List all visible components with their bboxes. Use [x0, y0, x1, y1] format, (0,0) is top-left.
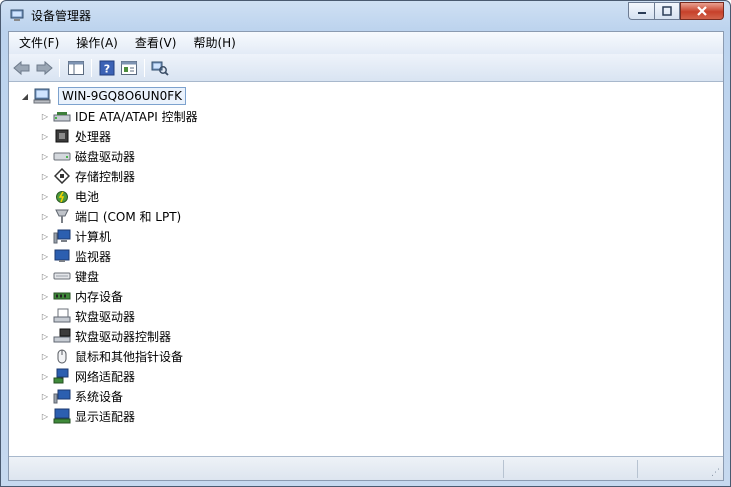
- svg-text:?: ?: [104, 63, 110, 76]
- tree-node-ide-controllers[interactable]: ▷ IDE ATA/ATAPI 控制器: [39, 106, 198, 126]
- tree-node-mice[interactable]: ▷ 鼠标和其他指针设备: [39, 346, 183, 366]
- expand-arrow-icon[interactable]: ▷: [39, 326, 51, 346]
- expand-arrow-icon[interactable]: ▷: [39, 366, 51, 386]
- tree-node-memory-devices[interactable]: ▷ 内存设备: [39, 286, 123, 306]
- computer-icon: [53, 228, 71, 244]
- collapse-arrow-icon[interactable]: ◢: [19, 86, 31, 106]
- tree-node-monitors[interactable]: ▷ 监视器: [39, 246, 111, 266]
- expand-arrow-icon[interactable]: ▷: [39, 186, 51, 206]
- monitor-icon: [53, 248, 71, 264]
- tree-node-processors[interactable]: ▷ 处理器: [39, 126, 111, 146]
- tree-node-computer[interactable]: ▷ 计算机: [39, 226, 111, 246]
- port-icon: [53, 208, 71, 224]
- menu-bar: 文件(F) 操作(A) 查看(V) 帮助(H): [9, 32, 723, 54]
- show-hide-console-tree-icon: [68, 61, 84, 75]
- status-divider: [503, 460, 504, 478]
- tree-node-floppy-controllers[interactable]: ▷ 软盘驱动器控制器: [39, 326, 171, 346]
- tree-node-storage-controllers[interactable]: ▷ 存储控制器: [39, 166, 135, 186]
- expand-arrow-icon[interactable]: ▷: [39, 406, 51, 426]
- window-title: 设备管理器: [31, 9, 92, 23]
- close-button[interactable]: [680, 2, 724, 20]
- back-icon: [13, 60, 30, 76]
- menu-file[interactable]: 文件(F): [9, 32, 66, 54]
- tree-node-display-adapters[interactable]: ▷ 显示适配器: [39, 406, 135, 426]
- device-tree[interactable]: ◢ WIN-9GQ8O6UN0FK ▷ IDE ATA/ATAPI 控制器 ▷ …: [9, 83, 723, 455]
- tree-node-batteries[interactable]: ▷ 电池: [39, 186, 99, 206]
- floppy-drive-icon: [53, 308, 71, 324]
- properties-icon: [121, 61, 137, 75]
- tree-node-system-devices[interactable]: ▷ 系统设备: [39, 386, 123, 406]
- network-adapter-icon: [53, 368, 71, 384]
- computer-name[interactable]: WIN-9GQ8O6UN0FK: [58, 87, 186, 105]
- expand-arrow-icon[interactable]: ▷: [39, 266, 51, 286]
- tree-node-ports[interactable]: ▷ 端口 (COM 和 LPT): [39, 206, 181, 226]
- minimize-icon: [637, 12, 646, 14]
- floppy-controller-icon: [53, 328, 71, 344]
- back-button[interactable]: [13, 59, 31, 77]
- menu-action[interactable]: 操作(A): [66, 32, 125, 54]
- mouse-icon: [53, 348, 71, 364]
- battery-icon: [53, 188, 71, 204]
- device-manager-app-icon: [9, 7, 25, 23]
- status-bar: ⋰: [9, 456, 723, 480]
- toolbar: ?: [9, 54, 723, 82]
- toolbar-separator: [59, 59, 60, 77]
- toolbar-separator: [144, 59, 145, 77]
- tree-node-disk-drives[interactable]: ▷ 磁盘驱动器: [39, 146, 135, 166]
- memory-icon: [53, 288, 71, 304]
- minimize-button[interactable]: [628, 2, 654, 20]
- resize-grip-icon[interactable]: ⋰: [711, 468, 720, 478]
- expand-arrow-icon[interactable]: ▷: [39, 286, 51, 306]
- computer-icon: [33, 88, 51, 104]
- expand-arrow-icon[interactable]: ▷: [39, 386, 51, 406]
- menu-help[interactable]: 帮助(H): [183, 32, 242, 54]
- title-bar[interactable]: 设备管理器: [1, 1, 730, 31]
- tree-node-network-adapters[interactable]: ▷ 网络适配器: [39, 366, 135, 386]
- scan-hardware-changes-icon: [151, 61, 169, 76]
- display-adapter-icon: [53, 408, 71, 424]
- client-area: 文件(F) 操作(A) 查看(V) 帮助(H) ? ◢ WIN-9GQ8O6UN…: [8, 31, 724, 481]
- help-icon: ?: [99, 60, 115, 76]
- expand-arrow-icon[interactable]: ▷: [39, 166, 51, 186]
- expand-arrow-icon[interactable]: ▷: [39, 346, 51, 366]
- device-manager-window: 设备管理器 文件(F) 操作(A) 查看(V) 帮助(H) ? ◢ WIN-9G…: [0, 0, 731, 487]
- status-divider: [637, 460, 638, 478]
- ide-controller-icon: [53, 108, 71, 124]
- toolbar-separator: [91, 59, 92, 77]
- expand-arrow-icon[interactable]: ▷: [39, 206, 51, 226]
- maximize-button[interactable]: [654, 2, 680, 20]
- expand-arrow-icon[interactable]: ▷: [39, 246, 51, 266]
- properties-button[interactable]: [120, 59, 138, 77]
- system-device-icon: [53, 388, 71, 404]
- expand-arrow-icon[interactable]: ▷: [39, 106, 51, 126]
- disk-drive-icon: [53, 148, 71, 164]
- expand-arrow-icon[interactable]: ▷: [39, 126, 51, 146]
- scan-hardware-changes-button[interactable]: [151, 59, 169, 77]
- forward-icon: [36, 60, 53, 76]
- tree-node-keyboards[interactable]: ▷ 键盘: [39, 266, 99, 286]
- show-hide-console-tree-button[interactable]: [67, 59, 85, 77]
- keyboard-icon: [53, 268, 71, 284]
- expand-arrow-icon[interactable]: ▷: [39, 146, 51, 166]
- tree-root[interactable]: ◢ WIN-9GQ8O6UN0FK: [19, 86, 186, 106]
- help-button[interactable]: ?: [98, 59, 116, 77]
- close-icon: [697, 6, 707, 16]
- expand-arrow-icon[interactable]: ▷: [39, 226, 51, 246]
- expand-arrow-icon[interactable]: ▷: [39, 306, 51, 326]
- caption-buttons: [628, 2, 724, 20]
- maximize-icon: [662, 6, 672, 16]
- tree-node-floppy-drives[interactable]: ▷ 软盘驱动器: [39, 306, 135, 326]
- processor-icon: [53, 128, 71, 144]
- storage-controller-icon: [53, 168, 71, 184]
- forward-button[interactable]: [35, 59, 53, 77]
- menu-view[interactable]: 查看(V): [125, 32, 184, 54]
